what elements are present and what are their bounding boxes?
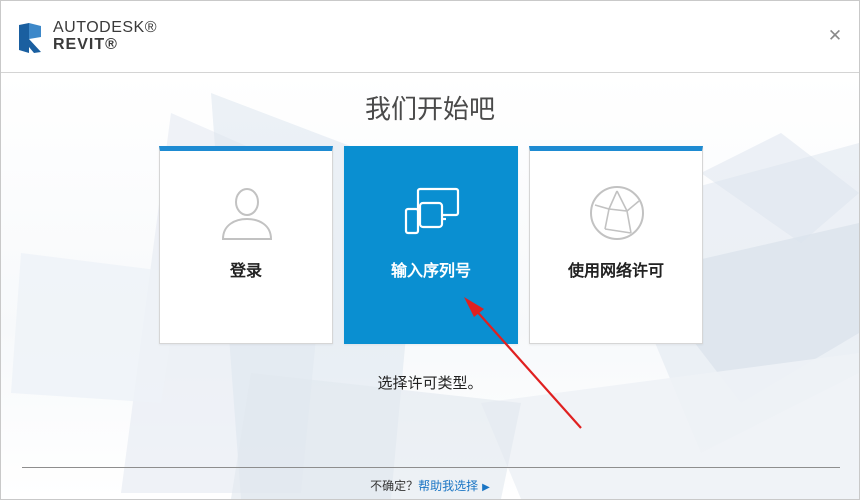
enter-serial-card[interactable]: 输入序列号 <box>344 146 518 344</box>
network-globe-icon <box>590 186 644 240</box>
sign-in-card[interactable]: 登录 <box>159 146 333 344</box>
help-me-choose-link[interactable]: 帮助我选择 <box>418 479 478 493</box>
card-label-network-license: 使用网络许可 <box>567 261 664 280</box>
license-dialog: AUTODESK® REVIT® ✕ 我们开始吧 登录 输入序列号 使用网络许可… <box>0 0 860 500</box>
page-title: 我们开始吧 <box>364 95 495 125</box>
card-label-sign-in: 登录 <box>229 261 262 280</box>
title-bar: AUTODESK® REVIT® ✕ <box>1 1 859 73</box>
footer-divider <box>22 467 840 468</box>
card-label-enter-serial: 输入序列号 <box>390 261 471 280</box>
license-type-prompt: 选择许可类型。 <box>377 374 483 392</box>
revit-logo-icon <box>19 23 41 53</box>
footer-question: 不确定？ <box>370 479 419 493</box>
content-area: 我们开始吧 登录 输入序列号 使用网络许可 选择许可类型。 <box>1 73 859 499</box>
brand-autodesk: AUTODESK® <box>53 19 158 36</box>
network-license-card[interactable]: 使用网络许可 <box>529 146 703 344</box>
brand-revit: REVIT® <box>53 36 118 53</box>
devices-icon <box>404 187 460 235</box>
play-arrow-icon[interactable]: ▶ <box>482 482 490 493</box>
user-icon <box>221 188 273 240</box>
footer: 不确定？帮助我选择 ▶ <box>1 477 859 494</box>
brand-wordmark: AUTODESK® REVIT® <box>53 19 157 53</box>
close-icon[interactable]: ✕ <box>827 28 843 45</box>
